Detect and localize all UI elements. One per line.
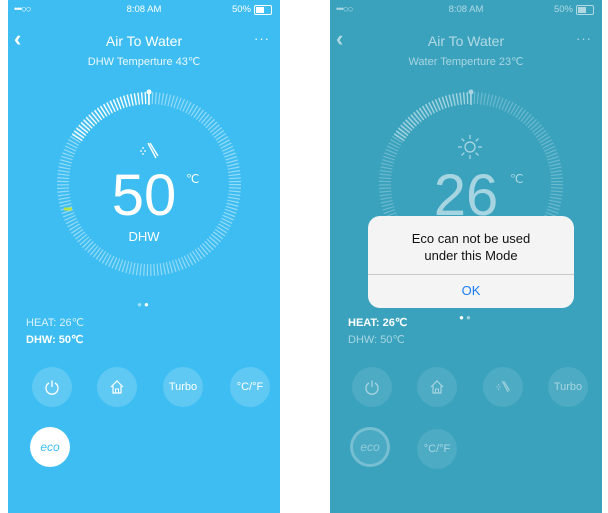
shower-icon [496, 380, 510, 393]
power-button[interactable] [352, 367, 392, 407]
power-icon [45, 380, 59, 395]
page-title: Air To Water [427, 33, 505, 49]
temperature-unit: ℃ [510, 172, 524, 186]
turbo-button[interactable]: Turbo [163, 367, 203, 407]
dialog-ok-button[interactable]: OK [368, 274, 574, 308]
more-icon[interactable]: ··· [254, 31, 270, 46]
sun-icon [458, 135, 482, 159]
home-button[interactable] [97, 367, 137, 407]
dhw-temperature: DHW: 50℃ [348, 334, 405, 346]
battery-indicator: 50% [232, 4, 272, 15]
battery-indicator: 50% [554, 4, 594, 15]
dialog-message-line1: Eco can not be used [411, 231, 531, 246]
eco-button[interactable]: eco [30, 427, 70, 467]
eco-unavailable-dialog: Eco can not be used under this Mode OK [368, 216, 574, 308]
page-title: Air To Water [105, 33, 183, 49]
battery-icon [576, 4, 594, 15]
status-bar: •••○○ 8:08 AM 50% [330, 4, 602, 18]
eco-button[interactable]: eco [350, 427, 390, 467]
phone-screen-dhw: •••○○ 8:08 AM 50% ‹ Air To Water ··· DHW… [8, 0, 280, 513]
heat-temperature: HEAT: 26℃ [348, 317, 408, 329]
home-button[interactable] [417, 367, 457, 407]
home-icon [430, 380, 444, 394]
unit-toggle-button[interactable]: °C/°F [417, 429, 457, 469]
temperature-unit: ℃ [186, 172, 200, 186]
power-icon [365, 380, 379, 395]
home-icon [110, 380, 124, 394]
dialog-message-line2: under this Mode [424, 248, 518, 263]
battery-icon [254, 4, 272, 15]
dialog-message: Eco can not be used under this Mode [368, 230, 574, 264]
battery-percent: 50% [231, 4, 251, 15]
battery-percent: 50% [553, 4, 573, 15]
heat-temperature: HEAT: 26℃ [26, 317, 85, 329]
phone-screen-heat: •••○○ 8:08 AM 50% ‹ Air To Water ··· Wat… [330, 0, 602, 513]
status-bar: •••○○ 8:08 AM 50% [8, 4, 280, 18]
water-temperature-subtitle: Water Temperture 23℃ [408, 56, 524, 68]
target-temperature: 50 [111, 163, 177, 228]
unit-toggle-button[interactable]: °C/°F [230, 367, 270, 407]
dhw-temperature-subtitle: DHW Temperture 43℃ [87, 56, 201, 68]
dhw-mode-button[interactable] [483, 367, 523, 407]
page-indicator: ●● [137, 300, 151, 309]
turbo-button[interactable]: Turbo [548, 367, 588, 407]
shower-icon [140, 142, 159, 159]
more-icon[interactable]: ··· [576, 31, 592, 46]
power-button[interactable] [32, 367, 72, 407]
dhw-temperature: DHW: 50℃ [26, 334, 84, 346]
mode-label: DHW [128, 229, 160, 244]
